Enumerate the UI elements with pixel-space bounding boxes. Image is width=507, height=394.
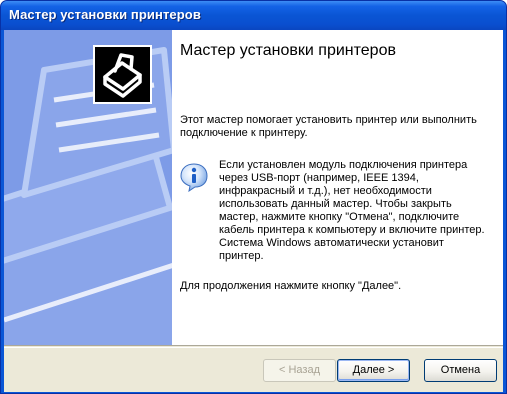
info-text: Если установлен модуль подключения принт… [219,159,485,262]
window-title: Мастер установки принтеров [9,7,201,22]
wizard-window: Мастер установки принтеров Мастер устано… [0,0,507,394]
intro-text: Этот мастер помогает установить принтер … [180,114,477,139]
wizard-content: Мастер установки принтеров Этот мастер п… [172,30,503,345]
wizard-client-area: Мастер установки принтеров Этот мастер п… [4,30,503,392]
title-bar[interactable]: Мастер установки принтеров [1,1,506,30]
cancel-button[interactable]: Отмена [424,359,497,382]
page-title: Мастер установки принтеров [180,42,396,59]
next-button[interactable]: Далее > [337,359,410,382]
wizard-sidebar [4,30,172,345]
back-button[interactable]: < Назад [263,359,336,382]
info-icon [180,163,208,192]
printer-wizard-icon [93,45,152,104]
wizard-footer: < Назад Далее > Отмена [4,345,503,392]
footer-divider [4,347,503,348]
continue-text: Для продолжения нажмите кнопку "Далее". [180,280,402,292]
